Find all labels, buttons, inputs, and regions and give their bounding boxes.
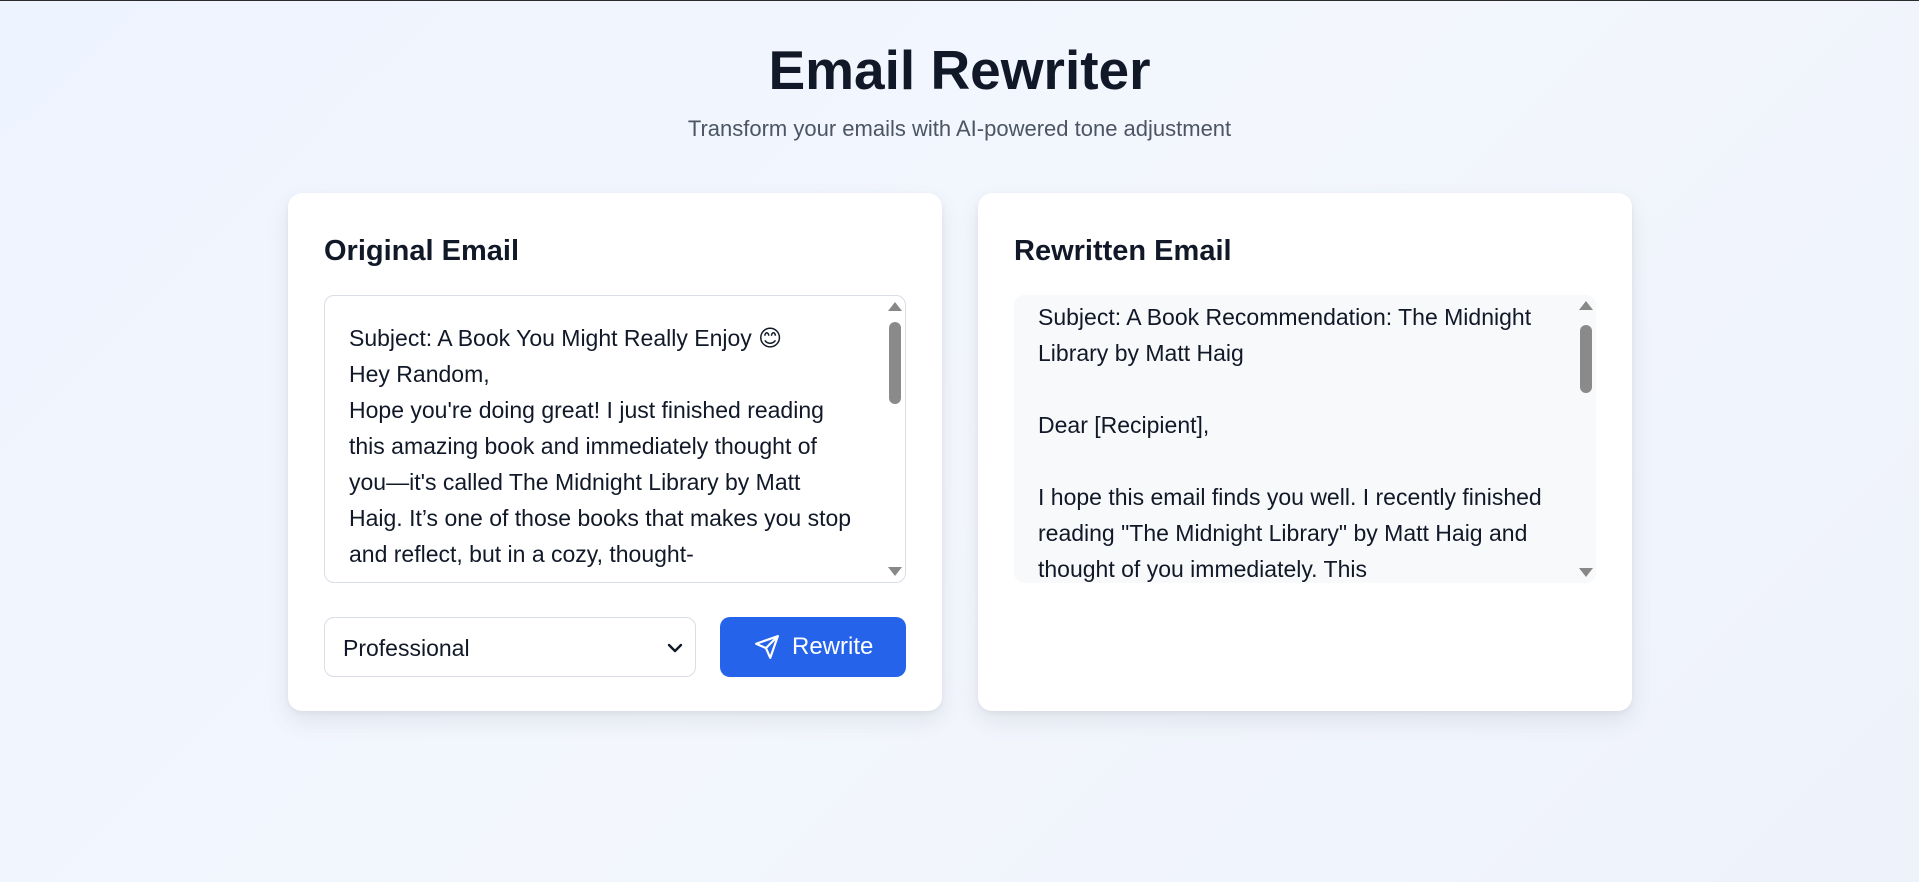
tone-select[interactable]: Professional bbox=[324, 617, 696, 677]
rewritten-email-heading: Rewritten Email bbox=[1014, 235, 1232, 267]
scroll-up-arrow-icon[interactable] bbox=[1579, 301, 1593, 310]
rewritten-email-text: Subject: A Book Recommendation: The Midn… bbox=[1038, 304, 1542, 582]
page-header: Email Rewriter Transform your emails wit… bbox=[0, 37, 1919, 143]
rewritten-email-output[interactable]: Subject: A Book Recommendation: The Midn… bbox=[1014, 295, 1596, 583]
scroll-down-arrow-icon[interactable] bbox=[888, 567, 902, 576]
page-subtitle: Transform your emails with AI-powered to… bbox=[687, 116, 1232, 141]
original-email-card: Original Email Subject: A Book You Might… bbox=[288, 193, 942, 711]
scroll-thumb[interactable] bbox=[889, 322, 901, 404]
original-email-text[interactable]: Subject: A Book You Might Really Enjoy 😊… bbox=[349, 320, 859, 572]
tone-select-value[interactable]: Professional bbox=[343, 633, 470, 663]
scroll-thumb[interactable] bbox=[1580, 325, 1592, 393]
rewritten-email-card: Rewritten Email Subject: A Book Recommen… bbox=[978, 193, 1632, 711]
rewrite-button-label: Rewrite bbox=[792, 633, 874, 660]
original-email-scrollbar[interactable] bbox=[883, 296, 905, 582]
rewritten-email-scrollbar[interactable] bbox=[1574, 295, 1596, 583]
chevron-down-icon[interactable] bbox=[661, 634, 689, 662]
scroll-down-arrow-icon[interactable] bbox=[1579, 568, 1593, 577]
page-title: Email Rewriter bbox=[768, 39, 1151, 101]
scroll-up-arrow-icon[interactable] bbox=[888, 302, 902, 311]
rewrite-button[interactable]: Rewrite bbox=[720, 617, 906, 677]
send-icon bbox=[755, 635, 779, 659]
original-email-heading: Original Email bbox=[324, 235, 519, 267]
original-email-textarea[interactable]: Subject: A Book You Might Really Enjoy 😊… bbox=[324, 295, 906, 583]
